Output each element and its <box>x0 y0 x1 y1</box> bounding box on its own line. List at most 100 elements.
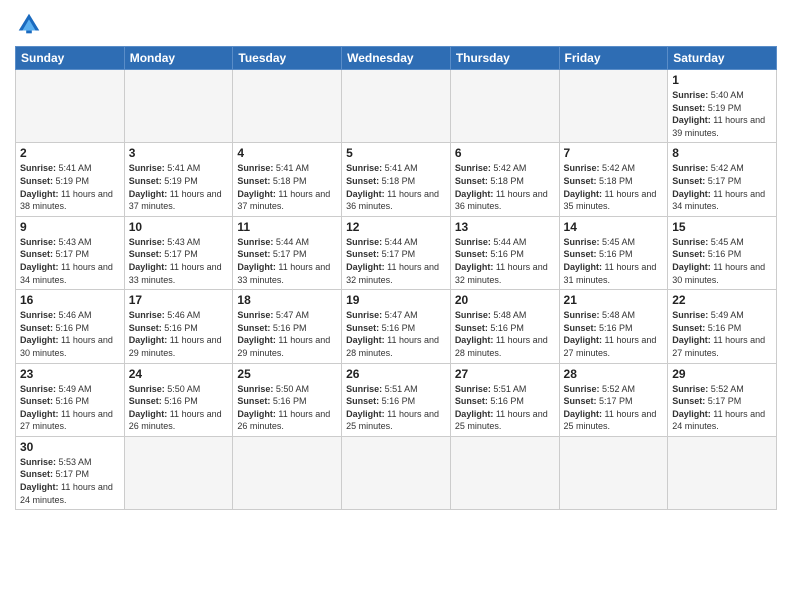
day-number: 16 <box>20 293 120 307</box>
calendar-cell: 5 Sunrise: 5:41 AMSunset: 5:18 PMDaylight… <box>342 143 451 216</box>
day-info: Sunrise: 5:50 AMSunset: 5:16 PMDaylight:… <box>237 383 337 433</box>
calendar-cell: 16Sunrise: 5:46 AMSunset: 5:16 PMDayligh… <box>16 290 125 363</box>
day-number: 26 <box>346 367 446 381</box>
day-info: Sunrise: 5:41 AMSunset: 5:18 PMDaylight:… <box>346 162 446 212</box>
day-number: 25 <box>237 367 337 381</box>
day-info: Sunrise: 5:47 AMSunset: 5:16 PMDaylight:… <box>346 309 446 359</box>
day-number: 8 <box>672 146 772 160</box>
calendar-row: 2 Sunrise: 5:41 AMSunset: 5:19 PMDaylight… <box>16 143 777 216</box>
logo-icon <box>15 10 43 38</box>
day-number: 5 <box>346 146 446 160</box>
day-info: Sunrise: 5:49 AMSunset: 5:16 PMDaylight:… <box>20 383 120 433</box>
weekday-header-thursday: Thursday <box>450 47 559 70</box>
calendar-cell: 7Sunrise: 5:42 AMSunset: 5:18 PMDaylight… <box>559 143 668 216</box>
day-info: Sunrise: 5:52 AMSunset: 5:17 PMDaylight:… <box>672 383 772 433</box>
calendar-cell: 23 Sunrise: 5:49 AMSunset: 5:16 PMDayligh… <box>16 363 125 436</box>
calendar-cell: 14Sunrise: 5:45 AMSunset: 5:16 PMDayligh… <box>559 216 668 289</box>
calendar-cell: 1 Sunrise: 5:40 AMSunset: 5:19 PMDaylight… <box>668 70 777 143</box>
day-info: Sunrise: 5:45 AMSunset: 5:16 PMDaylight:… <box>672 236 772 286</box>
calendar-cell <box>124 70 233 143</box>
page: SundayMondayTuesdayWednesdayThursdayFrid… <box>0 0 792 612</box>
day-info: Sunrise: 5:44 AMSunset: 5:17 PMDaylight:… <box>346 236 446 286</box>
day-number: 30 <box>20 440 120 454</box>
calendar-cell: 28Sunrise: 5:52 AMSunset: 5:17 PMDayligh… <box>559 363 668 436</box>
calendar-cell: 22 Sunrise: 5:49 AMSunset: 5:16 PMDayligh… <box>668 290 777 363</box>
calendar-cell: 25 Sunrise: 5:50 AMSunset: 5:16 PMDayligh… <box>233 363 342 436</box>
day-info: Sunrise: 5:49 AMSunset: 5:16 PMDaylight:… <box>672 309 772 359</box>
day-number: 10 <box>129 220 229 234</box>
calendar-cell-empty <box>559 436 668 509</box>
calendar-row: 30 Sunrise: 5:53 AMSunset: 5:17 PMDayligh… <box>16 436 777 509</box>
calendar-cell: 13Sunrise: 5:44 AMSunset: 5:16 PMDayligh… <box>450 216 559 289</box>
calendar-cell: 2 Sunrise: 5:41 AMSunset: 5:19 PMDaylight… <box>16 143 125 216</box>
day-info: Sunrise: 5:42 AMSunset: 5:17 PMDaylight:… <box>672 162 772 212</box>
calendar-cell-empty <box>233 436 342 509</box>
day-number: 22 <box>672 293 772 307</box>
calendar-table: SundayMondayTuesdayWednesdayThursdayFrid… <box>15 46 777 510</box>
day-number: 21 <box>564 293 664 307</box>
day-number: 18 <box>237 293 337 307</box>
day-info: Sunrise: 5:51 AMSunset: 5:16 PMDaylight:… <box>346 383 446 433</box>
calendar-cell <box>233 70 342 143</box>
day-number: 2 <box>20 146 120 160</box>
calendar-cell <box>450 70 559 143</box>
day-info: Sunrise: 5:42 AMSunset: 5:18 PMDaylight:… <box>564 162 664 212</box>
day-number: 12 <box>346 220 446 234</box>
day-number: 23 <box>20 367 120 381</box>
day-info: Sunrise: 5:43 AMSunset: 5:17 PMDaylight:… <box>20 236 120 286</box>
calendar-cell: 9 Sunrise: 5:43 AMSunset: 5:17 PMDaylight… <box>16 216 125 289</box>
day-number: 13 <box>455 220 555 234</box>
calendar-cell: 24Sunrise: 5:50 AMSunset: 5:16 PMDayligh… <box>124 363 233 436</box>
day-number: 19 <box>346 293 446 307</box>
calendar-cell: 4Sunrise: 5:41 AMSunset: 5:18 PMDaylight… <box>233 143 342 216</box>
day-info: Sunrise: 5:44 AMSunset: 5:17 PMDaylight:… <box>237 236 337 286</box>
calendar-cell: 12 Sunrise: 5:44 AMSunset: 5:17 PMDayligh… <box>342 216 451 289</box>
day-info: Sunrise: 5:53 AMSunset: 5:17 PMDaylight:… <box>20 456 120 506</box>
calendar-cell: 3Sunrise: 5:41 AMSunset: 5:19 PMDaylight… <box>124 143 233 216</box>
day-info: Sunrise: 5:43 AMSunset: 5:17 PMDaylight:… <box>129 236 229 286</box>
calendar-cell <box>342 70 451 143</box>
day-number: 11 <box>237 220 337 234</box>
logo <box>15 10 47 38</box>
calendar-cell <box>16 70 125 143</box>
calendar-cell: 18 Sunrise: 5:47 AMSunset: 5:16 PMDayligh… <box>233 290 342 363</box>
calendar-cell: 8 Sunrise: 5:42 AMSunset: 5:17 PMDaylight… <box>668 143 777 216</box>
calendar-cell: 10 Sunrise: 5:43 AMSunset: 5:17 PMDayligh… <box>124 216 233 289</box>
day-info: Sunrise: 5:42 AMSunset: 5:18 PMDaylight:… <box>455 162 555 212</box>
day-info: Sunrise: 5:40 AMSunset: 5:19 PMDaylight:… <box>672 89 772 139</box>
day-info: Sunrise: 5:48 AMSunset: 5:16 PMDaylight:… <box>455 309 555 359</box>
calendar-row: 16 Sunrise: 5:46 AMSunset: 5:16 PMDayligh… <box>16 290 777 363</box>
weekday-header-wednesday: Wednesday <box>342 47 451 70</box>
calendar-cell-empty <box>124 436 233 509</box>
calendar-cell <box>559 70 668 143</box>
day-number: 27 <box>455 367 555 381</box>
day-info: Sunrise: 5:47 AMSunset: 5:16 PMDaylight:… <box>237 309 337 359</box>
calendar-cell-empty <box>450 436 559 509</box>
day-info: Sunrise: 5:51 AMSunset: 5:16 PMDaylight:… <box>455 383 555 433</box>
weekday-header-row: SundayMondayTuesdayWednesdayThursdayFrid… <box>16 47 777 70</box>
day-number: 24 <box>129 367 229 381</box>
day-number: 9 <box>20 220 120 234</box>
calendar-cell: 26 Sunrise: 5:51 AMSunset: 5:16 PMDayligh… <box>342 363 451 436</box>
weekday-header-tuesday: Tuesday <box>233 47 342 70</box>
day-number: 29 <box>672 367 772 381</box>
day-info: Sunrise: 5:41 AMSunset: 5:19 PMDaylight:… <box>20 162 120 212</box>
calendar-row: 1 Sunrise: 5:40 AMSunset: 5:19 PMDaylight… <box>16 70 777 143</box>
day-number: 1 <box>672 73 772 87</box>
weekday-header-friday: Friday <box>559 47 668 70</box>
day-info: Sunrise: 5:45 AMSunset: 5:16 PMDaylight:… <box>564 236 664 286</box>
calendar-row: 9 Sunrise: 5:43 AMSunset: 5:17 PMDaylight… <box>16 216 777 289</box>
day-number: 28 <box>564 367 664 381</box>
weekday-header-saturday: Saturday <box>668 47 777 70</box>
header <box>15 10 777 38</box>
day-info: Sunrise: 5:41 AMSunset: 5:19 PMDaylight:… <box>129 162 229 212</box>
weekday-header-sunday: Sunday <box>16 47 125 70</box>
calendar-cell: 29 Sunrise: 5:52 AMSunset: 5:17 PMDayligh… <box>668 363 777 436</box>
day-info: Sunrise: 5:46 AMSunset: 5:16 PMDaylight:… <box>129 309 229 359</box>
calendar-cell: 6Sunrise: 5:42 AMSunset: 5:18 PMDaylight… <box>450 143 559 216</box>
calendar-cell: 11 Sunrise: 5:44 AMSunset: 5:17 PMDayligh… <box>233 216 342 289</box>
calendar-cell: 27 Sunrise: 5:51 AMSunset: 5:16 PMDayligh… <box>450 363 559 436</box>
calendar-cell: 30 Sunrise: 5:53 AMSunset: 5:17 PMDayligh… <box>16 436 125 509</box>
day-number: 17 <box>129 293 229 307</box>
calendar-cell-empty <box>342 436 451 509</box>
